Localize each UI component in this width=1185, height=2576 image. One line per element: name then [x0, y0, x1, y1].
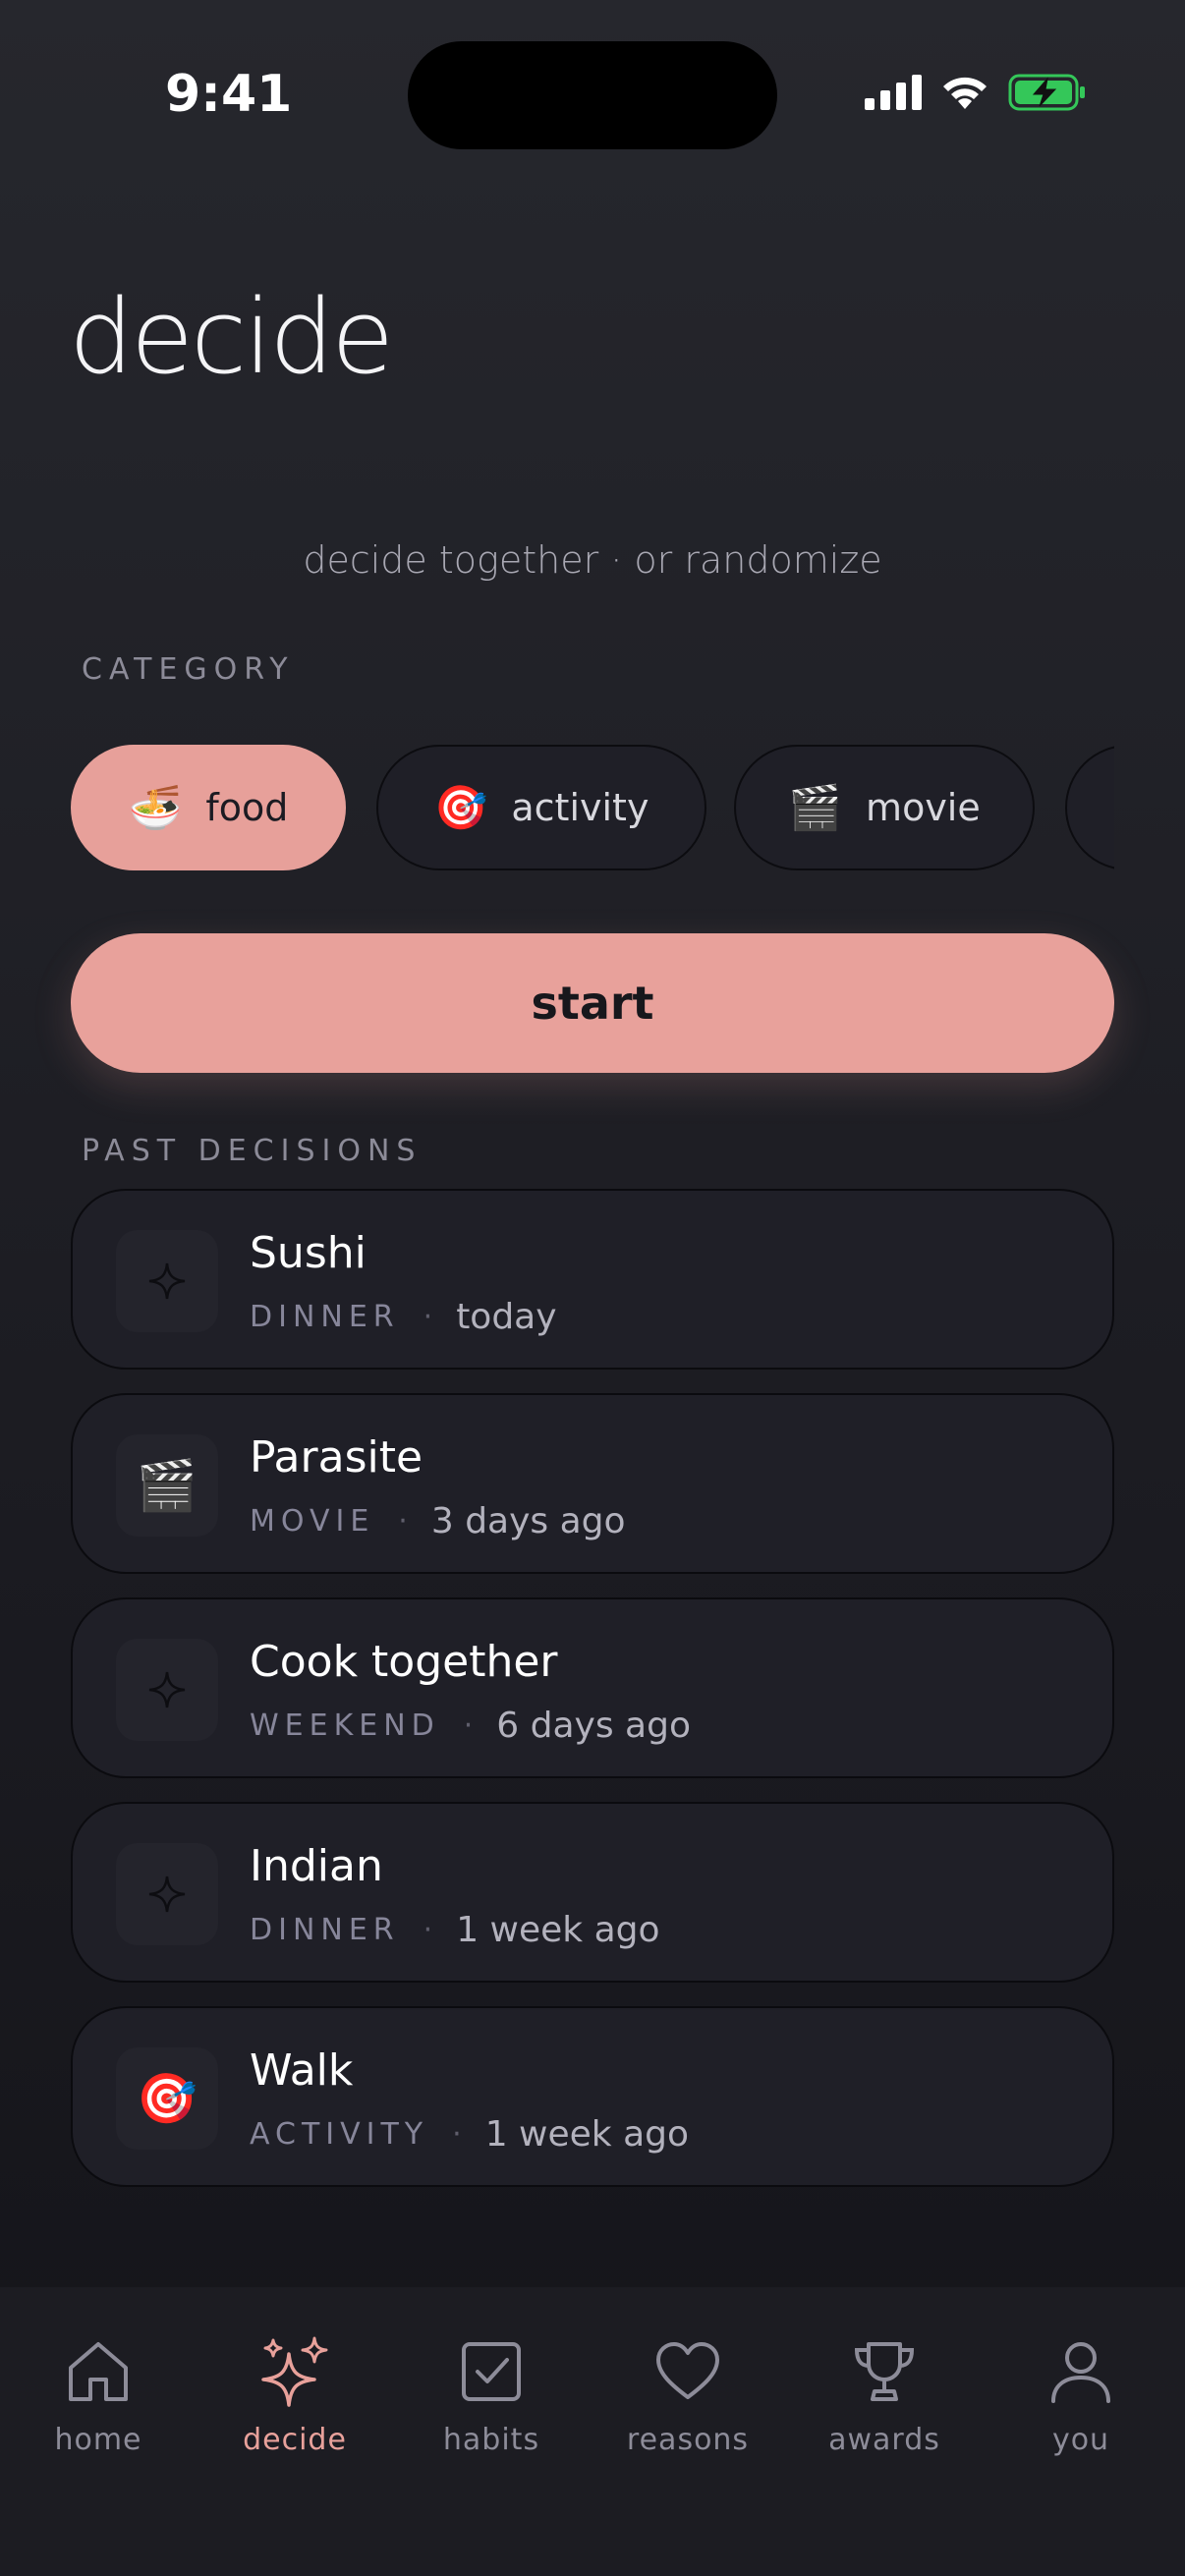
chip-more[interactable] — [1065, 745, 1114, 870]
meta-separator: · — [423, 1913, 433, 1947]
decision-category: ACTIVITY — [250, 2117, 429, 2152]
chip-label: movie — [866, 786, 981, 829]
decision-meta: DINNER · 1 week ago — [250, 1910, 660, 1950]
sparkle-icon — [116, 1843, 218, 1945]
tab-label: reasons — [626, 2423, 750, 2457]
person-icon — [1051, 2342, 1110, 2403]
decision-category: MOVIE — [250, 1504, 375, 1539]
house-icon — [69, 2342, 128, 2401]
meta-separator: · — [463, 1708, 474, 1743]
decision-meta: WEEKEND · 6 days ago — [250, 1706, 691, 1746]
clapperboard-icon: 🎬 — [788, 783, 843, 833]
tab-you[interactable]: you — [983, 2336, 1179, 2457]
chip-label: food — [205, 786, 289, 829]
decision-meta: ACTIVITY · 1 week ago — [250, 2114, 689, 2155]
tab-label: habits — [442, 2423, 540, 2457]
tab-decide[interactable]: decide — [197, 2336, 393, 2457]
decision-category: DINNER — [250, 1913, 400, 1947]
tab-awards[interactable]: awards — [786, 2336, 983, 2457]
dynamic-island — [408, 41, 777, 149]
decision-category: WEEKEND — [250, 1708, 440, 1743]
tab-label: home — [54, 2423, 142, 2457]
category-chip-row[interactable]: 🍜 food 🎯 activity 🎬 movie — [71, 745, 1114, 874]
battery-charging-icon — [1008, 74, 1085, 111]
heart-icon — [656, 2342, 719, 2399]
sparkle-icon — [116, 1639, 218, 1741]
decision-card[interactable]: 🎬 Parasite MOVIE · 3 days ago — [71, 1393, 1114, 1574]
decision-time: 3 days ago — [430, 1501, 626, 1541]
decision-meta: MOVIE · 3 days ago — [250, 1501, 626, 1541]
decision-card[interactable]: 🎯 Walk ACTIVITY · 1 week ago — [71, 2006, 1114, 2187]
decision-time: today — [456, 1297, 557, 1337]
category-section-label: CATEGORY — [82, 652, 295, 687]
decision-time: 1 week ago — [484, 2114, 690, 2155]
meta-separator: · — [452, 2117, 462, 2152]
decision-card[interactable]: Indian DINNER · 1 week ago — [71, 1802, 1114, 1983]
wifi-icon — [943, 77, 987, 109]
chip-activity[interactable]: 🎯 activity — [376, 745, 706, 870]
tab-home[interactable]: home — [0, 2336, 197, 2457]
page-subtitle: decide together · or randomize — [303, 538, 882, 582]
decision-time: 1 week ago — [456, 1910, 660, 1950]
decision-title: Walk — [250, 2045, 354, 2096]
meta-separator: · — [398, 1504, 408, 1539]
sparkle-icon — [116, 1230, 218, 1332]
decision-title: Sushi — [250, 1228, 367, 1278]
decision-title: Indian — [250, 1841, 383, 1891]
decision-category: DINNER — [250, 1300, 400, 1334]
dart-icon: 🎯 — [116, 2047, 218, 2150]
tab-label: you — [1051, 2423, 1110, 2457]
decision-time: 6 days ago — [496, 1706, 691, 1746]
chip-food[interactable]: 🍜 food — [71, 745, 346, 870]
status-icons — [865, 73, 1087, 112]
noodle-bowl-icon: 🍜 — [128, 783, 183, 833]
trophy-icon — [854, 2342, 915, 2401]
decision-card[interactable]: Cook together WEEKEND · 6 days ago — [71, 1597, 1114, 1778]
page-title: decide — [69, 277, 394, 397]
status-time: 9:41 — [165, 65, 293, 124]
tab-reasons[interactable]: reasons — [590, 2336, 786, 2457]
chip-label: activity — [511, 786, 649, 829]
decision-meta: DINNER · today — [250, 1297, 557, 1337]
cellular-signal-icon — [865, 75, 922, 110]
past-decisions-section-label: PAST DECISIONS — [82, 1134, 423, 1168]
decision-title: Cook together — [250, 1637, 558, 1687]
meta-separator: · — [423, 1300, 433, 1334]
clapperboard-icon: 🎬 — [116, 1434, 218, 1537]
checkbox-icon — [462, 2342, 521, 2401]
decision-title: Parasite — [250, 1432, 423, 1483]
tab-habits[interactable]: habits — [393, 2336, 590, 2457]
tab-label: decide — [243, 2423, 347, 2457]
decision-card[interactable]: Sushi DINNER · today — [71, 1189, 1114, 1370]
tab-label: awards — [828, 2423, 940, 2457]
chip-movie[interactable]: 🎬 movie — [734, 745, 1035, 870]
sparkles-icon — [261, 2336, 328, 2407]
dart-icon: 🎯 — [433, 783, 488, 833]
start-button[interactable]: start — [71, 933, 1114, 1073]
